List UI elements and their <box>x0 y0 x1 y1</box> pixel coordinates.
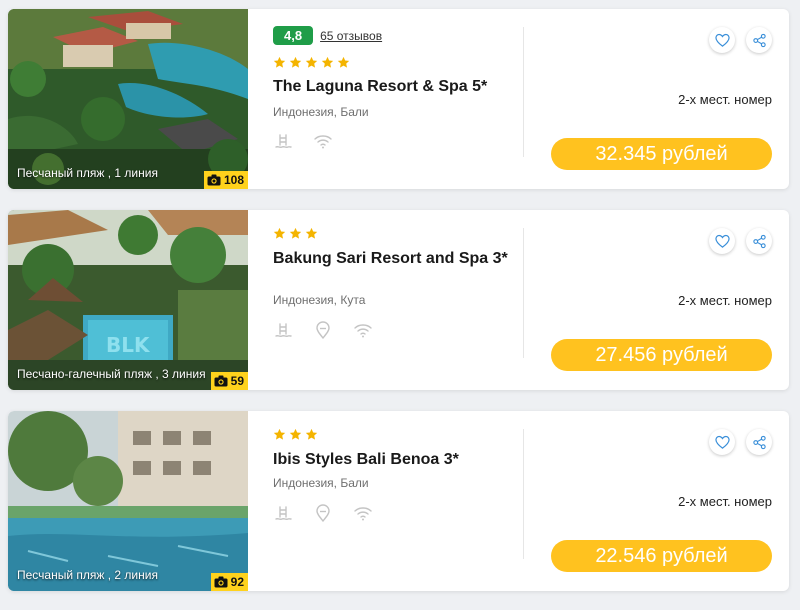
star-icon <box>273 56 286 68</box>
heart-icon <box>714 33 730 47</box>
camera-icon <box>214 375 228 387</box>
favorite-button[interactable] <box>709 429 735 455</box>
star-icon <box>273 428 286 440</box>
pool-icon <box>275 506 292 520</box>
location-pin-icon <box>316 321 330 340</box>
share-icon <box>752 435 766 449</box>
star-rating <box>273 56 350 69</box>
photo-count: 92 <box>230 575 244 589</box>
hotel-info: Bakung Sari Resort and Spa 3* Индонезия,… <box>273 210 533 390</box>
photo-count-badge[interactable]: 59 <box>210 372 248 390</box>
hotel-info: 4,8 65 отзывов The Laguna Resort & Spa 5… <box>273 9 533 189</box>
hotel-name[interactable]: Bakung Sari Resort and Spa 3* <box>273 250 523 268</box>
hotel-photo[interactable]: Песчаный пляж , 2 линия 92 <box>8 411 248 591</box>
rating-badge: 4,8 <box>273 26 314 45</box>
hotel-photo-image <box>8 9 248 189</box>
star-icon <box>289 428 302 440</box>
heart-icon <box>714 435 730 449</box>
star-icon <box>321 56 334 68</box>
pool-icon <box>275 323 292 337</box>
amenities-list <box>273 320 373 340</box>
share-icon <box>752 33 766 47</box>
hotel-card[interactable]: Песчаный пляж , 1 линия 108 4,8 65 отзыв… <box>8 9 789 189</box>
camera-icon <box>214 576 228 588</box>
hotel-name[interactable]: The Laguna Resort & Spa 5* <box>273 78 523 96</box>
hotel-location: Индонезия, Бали <box>273 476 369 490</box>
amenities-list <box>273 503 373 523</box>
wifi-icon <box>354 507 372 521</box>
star-icon <box>337 56 350 68</box>
location-pin-icon <box>316 504 330 523</box>
heart-icon <box>714 234 730 248</box>
hotel-photo-image <box>8 411 248 591</box>
hotel-card[interactable]: BLK Песчано-галечный пляж , 3 линия 59 B… <box>8 210 789 390</box>
svg-text:BLK: BLK <box>106 333 151 357</box>
star-icon <box>289 227 302 239</box>
share-button[interactable] <box>746 429 772 455</box>
star-rating <box>273 227 318 240</box>
price-button[interactable]: 22.546 рублей <box>551 540 772 572</box>
room-type: 2-х мест. номер <box>678 494 772 509</box>
reviews-link[interactable]: 65 отзывов <box>320 29 382 43</box>
star-rating <box>273 428 318 441</box>
beach-label: Песчано-галечный пляж , 3 линия <box>17 367 206 381</box>
wifi-icon <box>314 135 332 149</box>
price-button[interactable]: 32.345 рублей <box>551 138 772 170</box>
star-icon <box>289 56 302 68</box>
favorite-button[interactable] <box>709 27 735 53</box>
beach-label: Песчаный пляж , 2 линия <box>17 568 158 582</box>
photo-count-badge[interactable]: 92 <box>210 573 248 591</box>
divider <box>523 228 524 358</box>
hotel-photo-image: BLK <box>8 210 248 390</box>
wifi-icon <box>354 324 372 338</box>
camera-icon <box>207 174 221 186</box>
price-button[interactable]: 27.456 рублей <box>551 339 772 371</box>
hotel-photo[interactable]: Песчаный пляж , 1 линия 108 <box>8 9 248 189</box>
photo-count-badge[interactable]: 108 <box>203 171 248 189</box>
star-icon <box>305 428 318 440</box>
hotel-name[interactable]: Ibis Styles Bali Benoa 3* <box>273 451 523 469</box>
divider <box>523 27 524 157</box>
room-type: 2-х мест. номер <box>678 92 772 107</box>
room-type: 2-х мест. номер <box>678 293 772 308</box>
hotel-location: Индонезия, Бали <box>273 105 369 119</box>
hotel-card[interactable]: Песчаный пляж , 2 линия 92 Ibis Styles B… <box>8 411 789 591</box>
pool-icon <box>275 134 292 148</box>
photo-count: 108 <box>223 173 244 187</box>
share-icon <box>752 234 766 248</box>
star-icon <box>305 56 318 68</box>
share-button[interactable] <box>746 228 772 254</box>
hotel-photo[interactable]: BLK Песчано-галечный пляж , 3 линия 59 <box>8 210 248 390</box>
divider <box>523 429 524 559</box>
favorite-button[interactable] <box>709 228 735 254</box>
photo-count: 59 <box>230 374 244 388</box>
hotel-location: Индонезия, Кута <box>273 293 366 307</box>
amenities-list <box>273 131 333 151</box>
beach-label: Песчаный пляж , 1 линия <box>17 166 158 180</box>
hotel-info: Ibis Styles Bali Benoa 3* Индонезия, Бал… <box>273 411 533 591</box>
star-icon <box>305 227 318 239</box>
star-icon <box>273 227 286 239</box>
share-button[interactable] <box>746 27 772 53</box>
rating-row: 4,8 65 отзывов <box>273 26 382 45</box>
